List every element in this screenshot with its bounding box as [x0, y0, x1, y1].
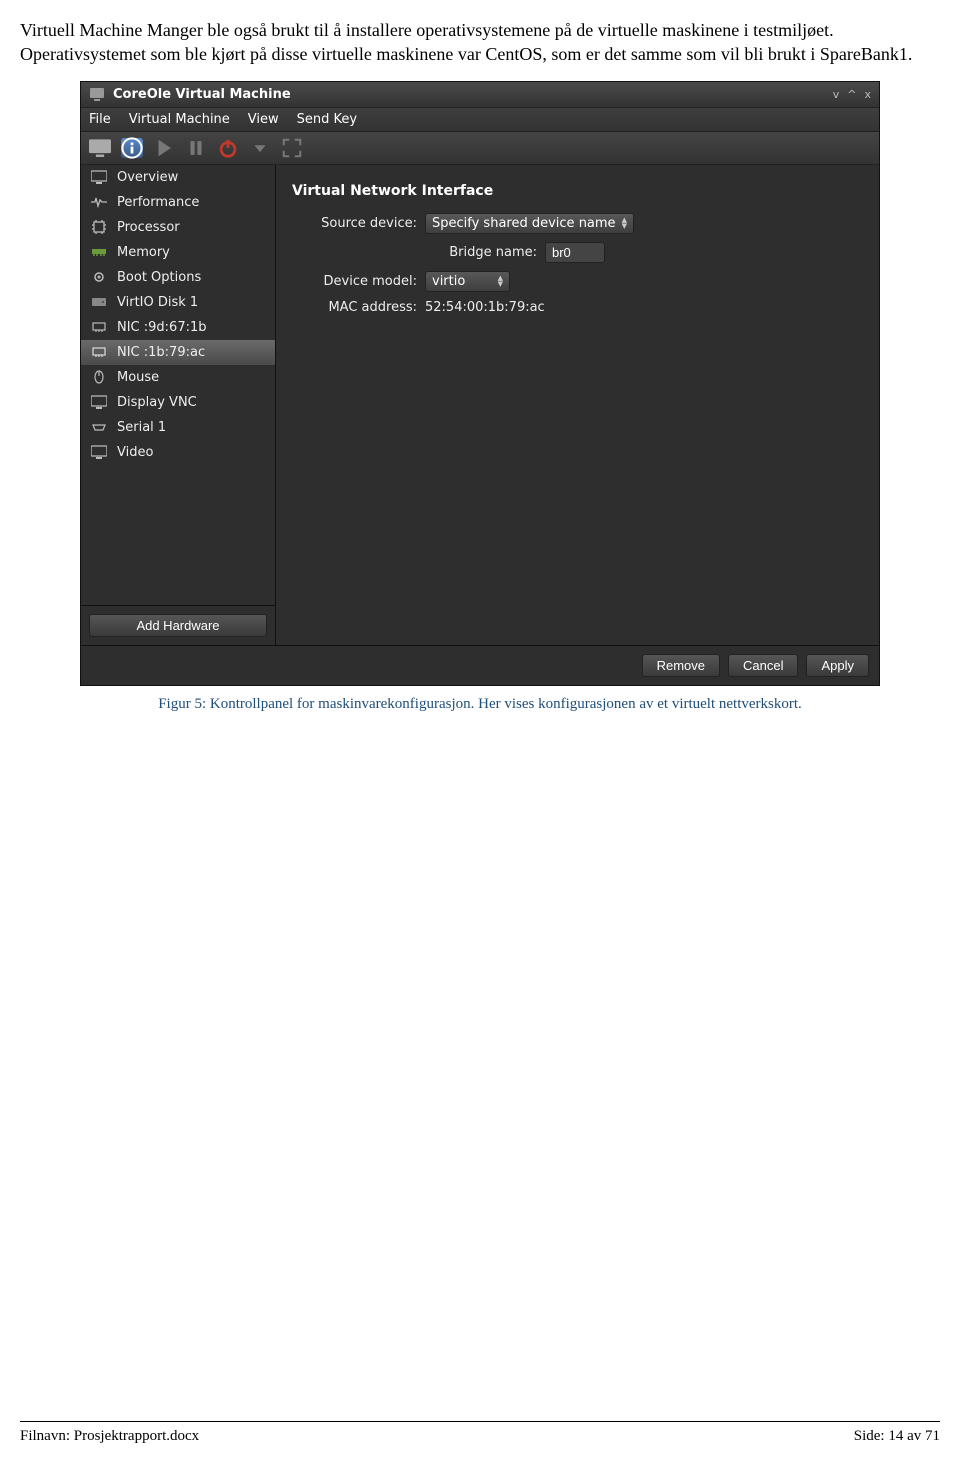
sidebar-item-virtio-disk[interactable]: VirtIO Disk 1: [81, 290, 275, 315]
menubar: File Virtual Machine View Send Key: [81, 108, 879, 132]
device-model-value: virtio: [432, 274, 465, 289]
sidebar-item-nic-2[interactable]: NIC :1b:79:ac: [81, 340, 275, 365]
mac-address-label: MAC address:: [292, 300, 417, 315]
fullscreen-button[interactable]: [281, 138, 303, 158]
panel-title: Virtual Network Interface: [292, 183, 863, 199]
sidebar-item-label: Overview: [117, 170, 178, 185]
play-button[interactable]: [153, 138, 175, 158]
mouse-icon: [91, 370, 107, 384]
maximize-icon[interactable]: ^: [847, 88, 856, 101]
menu-virtual-machine[interactable]: Virtual Machine: [129, 112, 230, 127]
sidebar-item-boot-options[interactable]: Boot Options: [81, 265, 275, 290]
sidebar-item-label: Performance: [117, 195, 199, 210]
toolbar: [81, 132, 879, 165]
chevron-updown-icon: ▲▼: [498, 275, 503, 287]
dropdown-button[interactable]: [249, 138, 271, 158]
remove-button[interactable]: Remove: [642, 654, 720, 677]
sidebar: Overview Performance Processor Memory Bo…: [81, 165, 276, 645]
nic-icon: [91, 320, 107, 334]
sidebar-list: Overview Performance Processor Memory Bo…: [81, 165, 275, 605]
menu-file[interactable]: File: [89, 112, 111, 127]
source-device-value: Specify shared device name: [432, 216, 616, 231]
monitor-icon: [91, 445, 107, 459]
nic-icon: [91, 345, 107, 359]
menu-send-key[interactable]: Send Key: [297, 112, 357, 127]
serial-icon: [91, 420, 107, 434]
gear-icon: [91, 270, 107, 284]
bridge-name-label: Bridge name:: [292, 245, 537, 260]
sidebar-item-label: Video: [117, 445, 153, 460]
source-device-dropdown[interactable]: Specify shared device name ▲▼: [425, 213, 634, 234]
sidebar-item-label: Processor: [117, 220, 180, 235]
details-button[interactable]: [121, 138, 143, 158]
sidebar-item-label: Memory: [117, 245, 170, 260]
footer-filename: Filnavn: Prosjektrapport.docx: [20, 1428, 199, 1445]
sidebar-item-label: Serial 1: [117, 420, 166, 435]
sidebar-item-label: VirtIO Disk 1: [117, 295, 198, 310]
monitor-icon: [91, 395, 107, 409]
app-icon: [89, 87, 105, 101]
bridge-name-input[interactable]: [545, 242, 605, 263]
mac-address-value: 52:54:00:1b:79:ac: [425, 300, 545, 315]
sidebar-item-label: NIC :1b:79:ac: [117, 345, 205, 360]
figure-caption: Figur 5: Kontrollpanel for maskinvarekon…: [20, 696, 940, 713]
monitor-icon: [91, 170, 107, 184]
sidebar-item-performance[interactable]: Performance: [81, 190, 275, 215]
cancel-button[interactable]: Cancel: [728, 654, 798, 677]
sidebar-item-label: Display VNC: [117, 395, 197, 410]
sidebar-item-nic-1[interactable]: NIC :9d:67:1b: [81, 315, 275, 340]
minimize-icon[interactable]: v: [833, 88, 840, 101]
page-footer: Filnavn: Prosjektrapport.docx Side: 14 a…: [20, 1421, 940, 1445]
footer-bar: Remove Cancel Apply: [81, 645, 879, 685]
sidebar-item-label: NIC :9d:67:1b: [117, 320, 207, 335]
disk-icon: [91, 295, 107, 309]
sidebar-item-display-vnc[interactable]: Display VNC: [81, 390, 275, 415]
sidebar-item-memory[interactable]: Memory: [81, 240, 275, 265]
sidebar-item-label: Boot Options: [117, 270, 201, 285]
device-model-dropdown[interactable]: virtio ▲▼: [425, 271, 510, 292]
sidebar-item-mouse[interactable]: Mouse: [81, 365, 275, 390]
pause-button[interactable]: [185, 138, 207, 158]
window-titlebar[interactable]: CoreOle Virtual Machine v ^ x: [81, 82, 879, 108]
cpu-icon: [91, 220, 107, 234]
chevron-updown-icon: ▲▼: [622, 217, 627, 229]
device-model-label: Device model:: [292, 274, 417, 289]
power-button[interactable]: [217, 138, 239, 158]
sidebar-item-processor[interactable]: Processor: [81, 215, 275, 240]
add-hardware-button[interactable]: Add Hardware: [89, 614, 267, 637]
source-device-label: Source device:: [292, 216, 417, 231]
sidebar-item-label: Mouse: [117, 370, 159, 385]
vm-window: CoreOle Virtual Machine v ^ x File Virtu…: [80, 81, 880, 686]
sidebar-item-overview[interactable]: Overview: [81, 165, 275, 190]
console-button[interactable]: [89, 138, 111, 158]
apply-button[interactable]: Apply: [806, 654, 869, 677]
window-title: CoreOle Virtual Machine: [113, 87, 291, 102]
window-controls: v ^ x: [833, 88, 871, 101]
sidebar-item-video[interactable]: Video: [81, 440, 275, 465]
menu-view[interactable]: View: [248, 112, 279, 127]
footer-page-number: Side: 14 av 71: [854, 1428, 940, 1445]
pulse-icon: [91, 195, 107, 209]
body-paragraph: Virtuell Machine Manger ble også brukt t…: [20, 0, 940, 67]
memory-icon: [91, 245, 107, 259]
details-panel: Virtual Network Interface Source device:…: [276, 165, 879, 645]
close-icon[interactable]: x: [864, 88, 871, 101]
sidebar-item-serial-1[interactable]: Serial 1: [81, 415, 275, 440]
